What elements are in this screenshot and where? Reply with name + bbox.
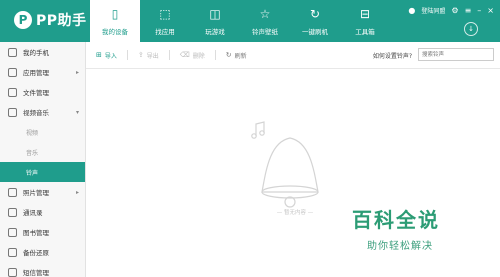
window-controls: ● 登陆同盟 ⚙ ≡ – × [408,6,494,15]
tab-label: 工具箱 [355,28,375,36]
bag-icon: ⬚ [159,7,171,21]
minimize-icon[interactable]: – [477,6,481,15]
close-icon[interactable]: × [487,6,494,15]
tab-label: 玩游戏 [205,28,225,36]
main-nav: ▯ 我的设备 ⬚ 找应用 ◫ 玩游戏 ☆ 铃声壁纸 ↻ 一键刷机 ⊟ 工具箱 [90,0,390,42]
sidebar-item-contacts[interactable]: 通讯录 [0,202,85,222]
delete-label: 删除 [192,52,205,60]
trash-icon: ⌫ [179,51,190,59]
top-bar: P PP助手 ▯ 我的设备 ⬚ 找应用 ◫ 玩游戏 ☆ 铃声壁纸 ↻ 一键刷机 … [0,0,500,42]
backup-icon [8,247,17,257]
contacts-icon [8,207,17,217]
user-icon: ● [408,6,416,15]
sidebar-item-label: 照片管理 [23,189,49,197]
export-icon: ⇪ [137,51,144,59]
tab-label: 铃声壁纸 [252,28,278,36]
sidebar-item-label: 图书管理 [23,229,49,237]
import-button[interactable]: ⊞ 导入 [96,51,117,60]
sidebar-item-label: 应用管理 [23,69,49,77]
watermark-subtitle: 助你轻松解决 [367,241,433,252]
sidebar-item-label: 备份还原 [23,249,49,257]
phone-icon: ▯ [111,7,119,21]
sidebar-item-label: 文件管理 [23,89,49,97]
book-icon [8,227,17,237]
toolbar-divider [126,50,128,60]
tab-label: 找应用 [155,28,175,36]
menu-icon[interactable]: ≡ [465,6,472,15]
sidebar-item-label: 我的手机 [23,49,49,57]
search-input[interactable] [418,48,494,61]
sidebar-subitem-music[interactable]: 音乐 [0,142,85,162]
tab-my-device[interactable]: ▯ 我的设备 [90,0,140,42]
content-toolbar: ⊞ 导入 ⇪ 导出 ⌫ 删除 ↻ 刷新 如何设置铃声? [86,42,500,68]
tab-toolbox[interactable]: ⊟ 工具箱 [340,0,390,42]
sidebar-item-label: 通讯录 [23,209,43,217]
sidebar-item-video-music[interactable]: 视频音乐 ▾ [0,102,85,122]
tab-games[interactable]: ◫ 玩游戏 [190,0,240,42]
video-icon [8,107,17,117]
sidebar-item-sms-management[interactable]: 短信管理 [0,262,85,277]
toolbar-divider [168,50,170,60]
gamepad-icon: ◫ [209,7,221,21]
pp-logo-icon: P [14,11,32,29]
import-label: 导入 [104,52,117,60]
refresh-button[interactable]: ↻ 刷新 [226,51,247,60]
login-link[interactable]: 登陆同盟 [421,6,445,15]
chevron-down-icon: ▾ [75,108,79,116]
chevron-right-icon: ▸ [75,68,79,76]
phone-icon [8,47,17,57]
tab-label: 我的设备 [102,28,128,36]
sidebar-subitem-video[interactable]: 视频 [0,122,85,142]
tab-label: 一键刷机 [302,28,328,36]
toolbar-divider [214,50,216,60]
import-icon: ⊞ [96,51,102,59]
sms-icon [8,267,17,277]
download-icon[interactable]: ↓ [464,22,478,36]
watermark-title: 百科全说 [352,208,440,232]
delete-button[interactable]: ⌫ 删除 [180,51,205,60]
sidebar-item-backup-restore[interactable]: 备份还原 [0,242,85,262]
sidebar-item-app-management[interactable]: 应用管理 ▸ [0,62,85,82]
sidebar-item-photo-management[interactable]: 照片管理 ▸ [0,182,85,202]
ringtone-help-link[interactable]: 如何设置铃声? [373,51,412,60]
bell-illustration-icon [251,121,319,208]
toolbar-divider-line [86,68,500,69]
sidebar-item-label: 短信管理 [23,269,49,277]
sidebar-item-my-phone[interactable]: 我的手机 [0,42,85,62]
tab-find-apps[interactable]: ⬚ 找应用 [140,0,190,42]
apps-icon [8,67,17,77]
settings-icon[interactable]: ⚙ [451,6,458,15]
export-label: 导出 [146,52,159,60]
app-logo: P PP助手 [14,10,87,30]
export-button[interactable]: ⇪ 导出 [138,51,159,60]
sidebar-subitem-ringtones[interactable]: 铃声 [0,162,85,182]
app-logo-text: PP助手 [36,13,87,29]
tab-ringtones-wallpapers[interactable]: ☆ 铃声壁纸 [240,0,290,42]
sidebar-item-file-management[interactable]: 文件管理 [0,82,85,102]
refresh-label: 刷新 [234,52,247,60]
sidebar: 我的手机 应用管理 ▸ 文件管理 视频音乐 ▾ 视频 音乐 铃声 照片管理 ▸ … [0,42,86,277]
folder-icon [8,87,17,97]
photo-icon [8,187,17,197]
sidebar-item-label: 视频音乐 [23,109,49,117]
empty-state-text: — 暂无内容 — [276,210,314,216]
tab-one-click-flash[interactable]: ↻ 一键刷机 [290,0,340,42]
refresh-icon: ↻ [309,7,321,21]
chevron-right-icon: ▸ [75,188,79,196]
refresh-icon: ↻ [225,51,232,59]
watermark: 百科全说 助你轻松解决 [352,204,472,252]
star-icon: ☆ [259,7,271,21]
toolbox-icon: ⊟ [359,7,371,21]
sidebar-item-book-management[interactable]: 图书管理 [0,222,85,242]
